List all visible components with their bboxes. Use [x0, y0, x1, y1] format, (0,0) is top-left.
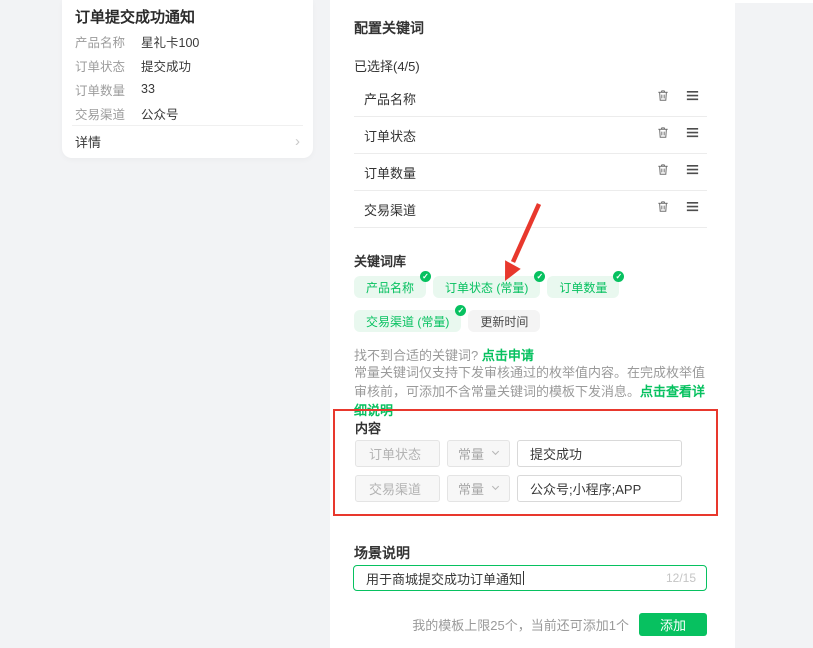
top-strip — [735, 0, 813, 3]
check-badge-icon: ✓ — [420, 271, 431, 282]
trash-icon — [656, 199, 670, 219]
constant-keyword-note: 常量关键词仅支持下发审核通过的枚举值内容。在完成枚举值审核前，可添加不含常量关键… — [354, 363, 710, 420]
template-config-page: 订单提交成功通知 产品名称 星礼卡100 订单状态 提交成功 订单数量 33 交… — [0, 0, 813, 648]
trash-icon — [656, 162, 670, 182]
delete-keyword-button[interactable] — [653, 199, 673, 219]
selected-keyword-row: 订单状态 — [354, 117, 707, 154]
apply-keyword-link[interactable]: 点击申请 — [482, 348, 534, 363]
content-row: 交易渠道 常量 公众号;小程序;APP — [355, 475, 682, 502]
keyword-input-disabled: 交易渠道 — [355, 475, 440, 502]
field-label: 订单数量 — [75, 80, 141, 99]
tag-label: 订单数量 — [559, 279, 607, 296]
content-value-text: 公众号;小程序;APP — [530, 479, 641, 498]
type-select-value: 常量 — [458, 479, 484, 498]
trash-icon — [656, 88, 670, 108]
field-label: 订单状态 — [75, 56, 141, 75]
content-value-input[interactable]: 公众号;小程序;APP — [517, 475, 682, 502]
tag-label: 产品名称 — [366, 279, 414, 296]
template-title: 订单提交成功通知 — [75, 8, 300, 27]
selected-keyword-row: 产品名称 — [354, 80, 707, 117]
field-label: 产品名称 — [75, 32, 141, 51]
keyword-library-label: 关键词库 — [354, 251, 406, 270]
field-value: 星礼卡100 — [141, 32, 199, 51]
chevron-right-icon: › — [295, 133, 300, 150]
char-counter: 12/15 — [666, 571, 696, 585]
content-section-label: 内容 — [355, 418, 381, 437]
chevron-down-icon — [490, 481, 501, 496]
content-row: 订单状态 常量 提交成功 — [355, 440, 682, 467]
drag-handle-icon — [685, 162, 700, 182]
scene-input-value: 用于商城提交成功订单通知 — [366, 569, 522, 588]
keyword-hint: 找不到合适的关键词? 点击申请 — [354, 345, 534, 364]
hint-question: 找不到合适的关键词? — [354, 348, 482, 363]
template-preview-card: 订单提交成功通知 产品名称 星礼卡100 订单状态 提交成功 订单数量 33 交… — [62, 0, 313, 158]
field-label: 交易渠道 — [75, 104, 141, 123]
scene-description-input[interactable]: 用于商城提交成功订单通知 12/15 — [353, 565, 707, 591]
field-value: 33 — [141, 82, 155, 96]
keyword-label: 订单数量 — [364, 163, 653, 182]
selected-keyword-row: 订单数量 — [354, 154, 707, 191]
scene-section-label: 场景说明 — [354, 543, 410, 563]
keyword-library-tags: 产品名称 ✓ 订单状态 (常量) ✓ 订单数量 ✓ 交易渠道 (常量) ✓ 更新… — [354, 276, 710, 332]
check-badge-icon: ✓ — [455, 305, 466, 316]
drag-handle[interactable] — [682, 125, 702, 145]
text-cursor — [523, 571, 524, 585]
keyword-label: 交易渠道 — [364, 200, 653, 219]
field-row: 产品名称 星礼卡100 — [75, 29, 300, 53]
type-select-disabled: 常量 — [447, 475, 510, 502]
drag-handle[interactable] — [682, 88, 702, 108]
check-badge-icon: ✓ — [534, 271, 545, 282]
drag-handle[interactable] — [682, 162, 702, 182]
drag-handle-icon — [685, 125, 700, 145]
field-value: 提交成功 — [141, 56, 191, 75]
panel-title: 配置关键词 — [354, 18, 424, 38]
selected-keyword-row: 交易渠道 — [354, 191, 707, 228]
delete-keyword-button[interactable] — [653, 162, 673, 182]
field-row: 订单数量 33 — [75, 77, 300, 101]
panel-footer: 我的模板上限25个，当前还可添加1个 添加 — [354, 613, 707, 636]
field-row: 交易渠道 公众号 — [75, 101, 300, 125]
selected-keyword-list: 产品名称 订单状态 订单数量 交易渠道 — [354, 80, 707, 228]
field-row: 订单状态 提交成功 — [75, 53, 300, 77]
drag-handle[interactable] — [682, 199, 702, 219]
quota-text: 我的模板上限25个，当前还可添加1个 — [412, 615, 629, 634]
content-value-text: 提交成功 — [530, 444, 582, 463]
field-value: 公众号 — [141, 104, 179, 123]
detail-link-row[interactable]: 详情 › — [75, 126, 300, 157]
keyword-config-panel: 配置关键词 已选择(4/5) 产品名称 订单状态 订单数量 交易渠道 — [330, 0, 735, 648]
detail-label: 详情 — [75, 132, 101, 151]
add-template-button[interactable]: 添加 — [639, 613, 707, 636]
tag-label: 更新时间 — [480, 313, 528, 330]
content-value-input[interactable]: 提交成功 — [517, 440, 682, 467]
check-badge-icon: ✓ — [613, 271, 624, 282]
trash-icon — [656, 125, 670, 145]
keyword-label: 产品名称 — [364, 89, 653, 108]
tag-label: 交易渠道 (常量) — [366, 313, 449, 330]
keyword-tag[interactable]: 订单状态 (常量) ✓ — [433, 276, 540, 298]
delete-keyword-button[interactable] — [653, 88, 673, 108]
tag-label: 订单状态 (常量) — [445, 279, 528, 296]
chevron-down-icon — [490, 446, 501, 461]
selected-count-label: 已选择(4/5) — [354, 56, 420, 75]
drag-handle-icon — [685, 199, 700, 219]
keyword-input-disabled: 订单状态 — [355, 440, 440, 467]
type-select-value: 常量 — [458, 444, 484, 463]
keyword-tag[interactable]: 更新时间 — [468, 310, 540, 332]
keyword-tag[interactable]: 订单数量 ✓ — [547, 276, 619, 298]
keyword-tag[interactable]: 产品名称 ✓ — [354, 276, 426, 298]
template-fields: 产品名称 星礼卡100 订单状态 提交成功 订单数量 33 交易渠道 公众号 — [75, 29, 300, 125]
keyword-tag[interactable]: 交易渠道 (常量) ✓ — [354, 310, 461, 332]
delete-keyword-button[interactable] — [653, 125, 673, 145]
keyword-label: 订单状态 — [364, 126, 653, 145]
drag-handle-icon — [685, 88, 700, 108]
type-select-disabled: 常量 — [447, 440, 510, 467]
